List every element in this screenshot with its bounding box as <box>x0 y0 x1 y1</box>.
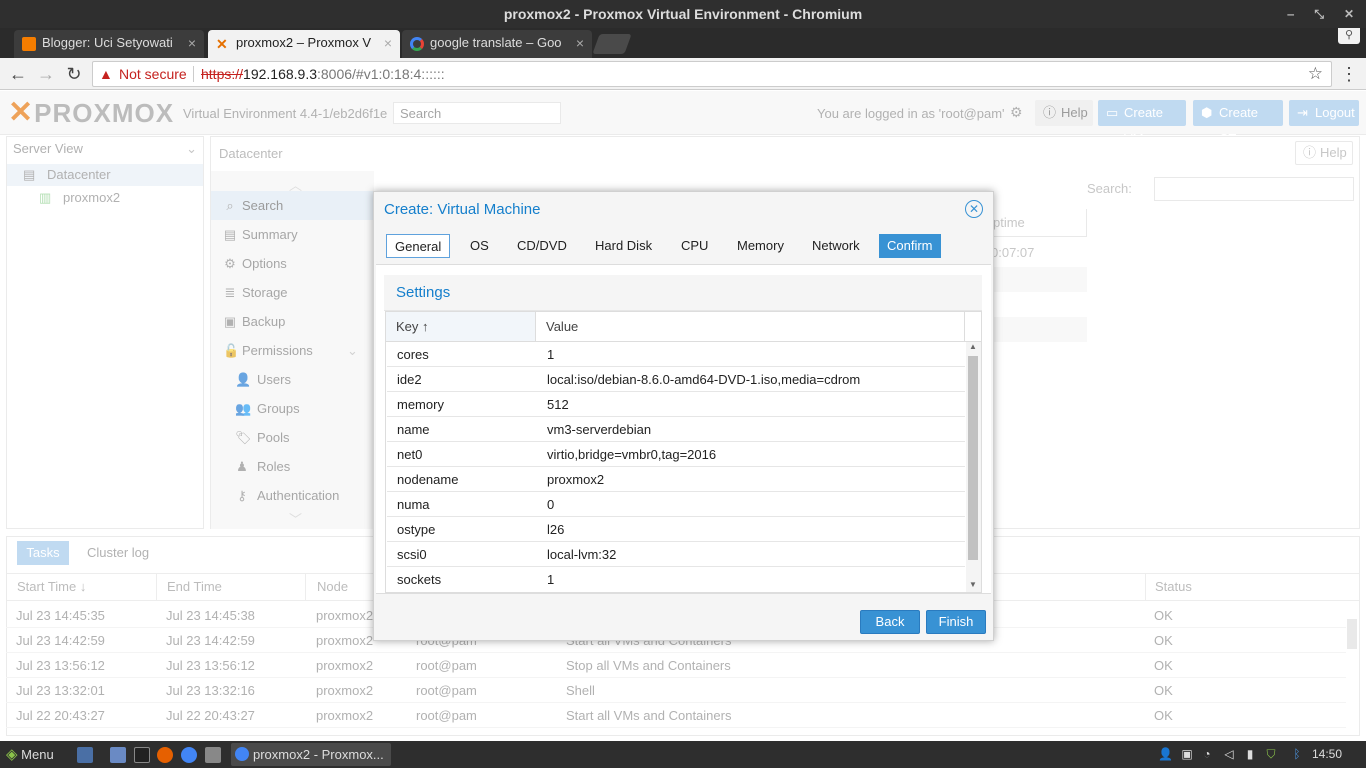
start-menu-button[interactable]: ◈ Menu <box>6 741 54 768</box>
setting-row[interactable]: sockets 1 <box>387 567 965 592</box>
close-icon[interactable]: ✕ <box>965 200 983 218</box>
restore-icon[interactable]: ⤡ <box>1314 0 1324 28</box>
scroll-up-arrow-icon[interactable]: ▲ <box>969 342 977 351</box>
url-path: :8006/#v1:0:18:4:::::: <box>317 66 445 82</box>
url-scheme: https:// <box>201 66 244 82</box>
tab-cpu[interactable]: CPU <box>673 234 716 258</box>
proxmox-favicon-icon: ✕ <box>216 36 228 52</box>
profile-icon[interactable]: ⚲ <box>1338 28 1360 44</box>
tab-label: google translate – Goo <box>430 35 562 50</box>
bookmark-star-icon[interactable]: ☆ <box>1308 62 1323 86</box>
battery-icon[interactable]: ▮ <box>1243 747 1257 761</box>
user-icon[interactable]: 👤 <box>1158 747 1173 761</box>
minimize-icon[interactable]: ‒ <box>1287 0 1294 28</box>
column-header-key[interactable]: Key ↑ <box>386 312 536 342</box>
settings-scrollbar[interactable]: ▲ ▼ <box>966 342 981 592</box>
setting-row[interactable]: ide2 local:iso/debian-8.6.0-amd64-DVD-1.i… <box>387 367 965 392</box>
wifi-icon[interactable]: ◔ <box>1200 747 1214 761</box>
window-title: proxmox2 - Proxmox Virtual Environment -… <box>503 6 863 22</box>
os-taskbar: ◈ Menu proxmox2 - Proxmox... 👤 ▣ ◔ ◁ ▮ ⛉… <box>0 741 1366 768</box>
show-desktop-icon[interactable] <box>77 747 93 763</box>
bluetooth-icon[interactable]: ᛒ <box>1290 747 1304 761</box>
browser-menu-icon[interactable]: ⋮ <box>1337 62 1361 86</box>
address-bar[interactable]: ▲ Not secure https://192.168.9.3:8006/#v… <box>92 61 1332 87</box>
tab-memory[interactable]: Memory <box>729 234 792 258</box>
window-titlebar: proxmox2 - Proxmox Virtual Environment -… <box>0 0 1366 28</box>
setting-row[interactable]: nodename proxmox2 <box>387 467 965 492</box>
finish-button[interactable]: Finish <box>926 610 986 634</box>
setting-row[interactable]: net0 virtio,bridge=vmbr0,tag=2016 <box>387 442 965 467</box>
scroll-down-arrow-icon[interactable]: ▼ <box>969 580 977 589</box>
browser-tab-blogger[interactable]: Blogger: Uci Setyowati × <box>14 30 204 58</box>
browser-tab-google-translate[interactable]: google translate – Goo × <box>402 30 592 58</box>
new-tab-button[interactable] <box>592 34 632 54</box>
column-header-value[interactable]: Value <box>536 312 965 342</box>
settings-header: Settings <box>384 275 982 311</box>
browser-tab-proxmox[interactable]: ✕ proxmox2 – Proxmox V × <box>208 30 400 58</box>
tab-close-icon[interactable]: × <box>384 30 392 56</box>
setting-row[interactable]: name vm3-serverdebian <box>387 417 965 442</box>
forward-arrow-icon[interactable]: → <box>34 62 58 86</box>
dialog-title: Create: Virtual Machine <box>384 201 541 218</box>
tab-close-icon[interactable]: × <box>576 30 584 56</box>
back-button[interactable]: Back <box>860 610 920 634</box>
blogger-icon <box>22 37 36 51</box>
tab-hard-disk[interactable]: Hard Disk <box>587 234 660 258</box>
url-host: 192.168.9.3 <box>243 66 317 82</box>
setting-row[interactable]: cores 1 <box>387 342 965 367</box>
firefox-icon[interactable] <box>157 747 173 763</box>
omnibox-divider <box>193 66 194 82</box>
browser-tabstrip: Blogger: Uci Setyowati × ✕ proxmox2 – Pr… <box>0 28 1366 58</box>
shield-icon[interactable]: ⛉ <box>1264 747 1278 761</box>
setting-row[interactable]: numa 0 <box>387 492 965 517</box>
chromium-icon <box>235 747 249 761</box>
tab-close-icon[interactable]: × <box>188 30 196 56</box>
reload-icon[interactable]: ↻ <box>62 62 86 86</box>
files-icon[interactable] <box>110 747 126 763</box>
settings-grid: Key ↑ Value cores 1 ide2 local:iso/debian-… <box>385 311 982 593</box>
header-spacer <box>965 312 981 342</box>
google-icon <box>410 37 424 51</box>
mint-logo-icon: ◈ <box>6 746 18 763</box>
tab-network[interactable]: Network <box>804 234 868 258</box>
setting-row[interactable]: scsi0 local-lvm:32 <box>387 542 965 567</box>
tab-cd-dvd[interactable]: CD/DVD <box>509 234 575 258</box>
create-vm-dialog: Create: Virtual Machine ✕ General OS CD/… <box>373 191 994 641</box>
tab-label: proxmox2 – Proxmox V <box>236 35 372 50</box>
chromium-icon[interactable] <box>181 747 197 763</box>
camera-icon[interactable] <box>205 747 221 763</box>
security-label[interactable]: Not secure <box>119 62 187 86</box>
settings-title: Settings <box>396 284 451 301</box>
setting-row[interactable]: memory 512 <box>387 392 965 417</box>
tab-general[interactable]: General <box>386 234 451 258</box>
browser-toolbar: ← → ↻ ▲ Not secure https://192.168.9.3:8… <box>0 58 1366 90</box>
back-arrow-icon[interactable]: ← <box>6 62 30 86</box>
volume-icon[interactable]: ◁ <box>1222 747 1236 761</box>
scrollbar-thumb[interactable] <box>968 356 978 560</box>
warning-icon: ▲ <box>99 66 113 82</box>
setting-row[interactable]: ostype l26 <box>387 517 965 542</box>
clipboard-icon[interactable]: ▣ <box>1180 747 1194 761</box>
sort-up-icon: ↑ <box>422 319 429 334</box>
tab-confirm[interactable]: Confirm <box>879 234 941 258</box>
close-window-icon[interactable]: ✕ <box>1344 0 1354 28</box>
tab-os[interactable]: OS <box>462 234 497 258</box>
clock[interactable]: 14:50 <box>1312 747 1342 761</box>
taskbar-window-button[interactable]: proxmox2 - Proxmox... <box>231 743 391 766</box>
tab-label: Blogger: Uci Setyowati <box>42 35 173 50</box>
terminal-icon[interactable] <box>134 747 150 763</box>
dialog-body: Settings Key ↑ Value cores 1 ide2 local:is… <box>376 264 991 594</box>
